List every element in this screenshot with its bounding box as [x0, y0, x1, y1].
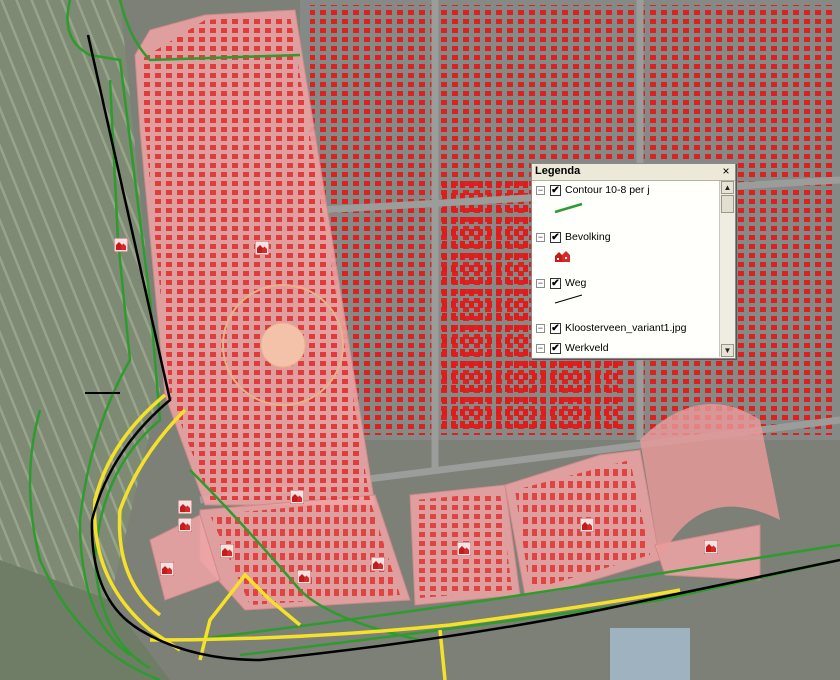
- legend-body: −✔Contour 10-8 per j −✔Bevolking −✔Weg −…: [532, 181, 719, 357]
- bevolking-marker-icon: [457, 542, 471, 556]
- layer-checkbox-contour[interactable]: ✔: [550, 185, 561, 196]
- red-house-cluster-icon: [554, 248, 572, 263]
- collapse-icon[interactable]: −: [536, 233, 545, 242]
- legend-title: Legenda: [535, 165, 580, 177]
- legend-titlebar[interactable]: Legenda ×: [532, 164, 735, 181]
- bevolking-marker-icon: [371, 557, 385, 571]
- layer-name: Kloosterveen_variant1.jpg: [565, 322, 686, 334]
- layer-checkbox-werkveld[interactable]: ✔: [550, 343, 561, 354]
- legend-layer-bevolking[interactable]: −✔ Bevolking: [536, 231, 611, 245]
- bevolking-marker-icon: [297, 570, 311, 584]
- bevolking-marker-icon: [290, 490, 304, 504]
- green-line-symbol: [554, 202, 584, 214]
- legend-layer-werkveld[interactable]: −✔ Werkveld: [536, 342, 609, 356]
- bevolking-marker-icon: [580, 518, 594, 532]
- bevolking-marker-icon: [178, 500, 192, 514]
- scroll-down-icon[interactable]: ▼: [721, 344, 734, 357]
- legend-layer-weg[interactable]: −✔ Weg: [536, 277, 586, 291]
- collapse-icon[interactable]: −: [536, 344, 545, 353]
- legend-scrollbar[interactable]: ▲ ▼: [719, 181, 735, 357]
- collapse-icon[interactable]: −: [536, 324, 545, 333]
- bevolking-marker-icon: [178, 518, 192, 532]
- layer-name: Bevolking: [565, 231, 611, 243]
- layer-checkbox-kloosterveen[interactable]: ✔: [550, 323, 561, 334]
- bevolking-marker-icon: [160, 562, 174, 576]
- legend-layer-kloosterveen[interactable]: −✔ Kloosterveen_variant1.jpg: [536, 322, 686, 336]
- black-line-symbol: [554, 293, 584, 305]
- bevolking-marker-icon: [255, 241, 269, 255]
- plaza-core: [261, 323, 305, 367]
- layer-name: Werkveld: [565, 342, 609, 354]
- legend-window[interactable]: Legenda × −✔Contour 10-8 per j −✔Bevolki…: [531, 163, 736, 359]
- collapse-icon[interactable]: −: [536, 186, 545, 195]
- bevolking-marker-icon: [220, 544, 234, 558]
- scroll-up-icon[interactable]: ▲: [721, 181, 734, 194]
- layer-checkbox-weg[interactable]: ✔: [550, 278, 561, 289]
- close-icon[interactable]: ×: [720, 165, 732, 178]
- legend-layer-contour[interactable]: −✔ Contour 10-8 per j: [536, 184, 650, 198]
- pond: [610, 628, 690, 680]
- layer-name: Weg: [565, 277, 586, 289]
- bevolking-marker-icon: [704, 540, 718, 554]
- scroll-thumb[interactable]: [721, 195, 734, 213]
- layer-name: Contour 10-8 per j: [565, 184, 650, 196]
- layer-checkbox-bevolking[interactable]: ✔: [550, 232, 561, 243]
- collapse-icon[interactable]: −: [536, 279, 545, 288]
- bevolking-marker-icon: [114, 238, 128, 252]
